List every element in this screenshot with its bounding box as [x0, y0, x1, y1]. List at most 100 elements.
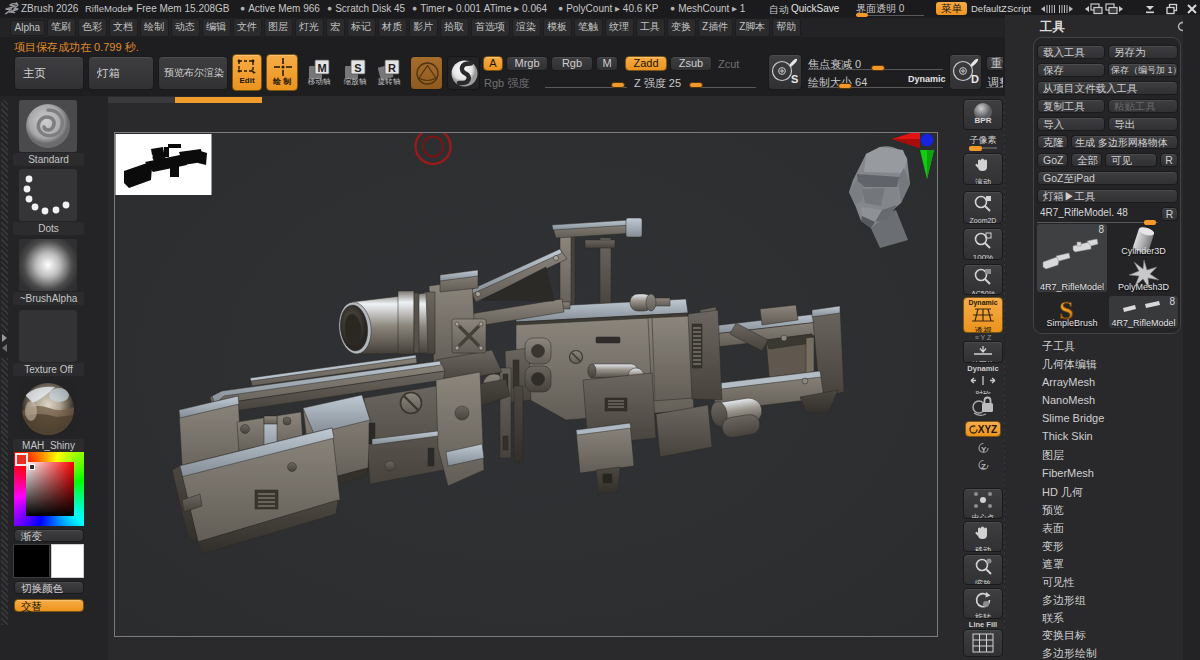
move-canvas-button[interactable]: 移动 — [963, 521, 1003, 552]
draw-button[interactable]: 绘 制 — [266, 54, 298, 91]
section-masking[interactable]: 遮罩 — [1042, 557, 1064, 572]
rgb-button[interactable]: Rgb — [551, 56, 593, 71]
menu-file[interactable]: 文件 — [233, 18, 262, 37]
menu-dynamics[interactable]: 动态 — [171, 18, 200, 37]
menu-transform[interactable]: 变换 — [667, 18, 696, 37]
save-button[interactable]: 保存 — [1037, 63, 1105, 77]
zcut-label[interactable]: Zcut — [718, 58, 739, 70]
scroll-button[interactable]: 滚动 — [963, 153, 1003, 185]
z-axis-button[interactable]: Z — [963, 459, 1003, 472]
menu-edit[interactable]: 编辑 — [202, 18, 231, 37]
a-mode-button[interactable]: A — [483, 56, 503, 71]
current-stroke-slot[interactable]: Dots — [13, 169, 84, 235]
section-thickskin[interactable]: Thick Skin — [1042, 430, 1093, 442]
minimize-icon[interactable] — [1142, 2, 1158, 16]
rgb-intensity-handle[interactable] — [611, 82, 625, 88]
switch-color-button[interactable]: 切换颜色 — [14, 581, 84, 594]
alternate-button[interactable]: 交替 — [14, 599, 84, 612]
section-surface[interactable]: 表面 — [1042, 521, 1064, 536]
secondary-color-swatch[interactable] — [51, 544, 84, 578]
material-thumbnail[interactable] — [19, 381, 77, 437]
section-arraymesh[interactable]: ArrayMesh — [1042, 376, 1095, 388]
main-color-swatch[interactable] — [13, 544, 50, 578]
menu-stroke[interactable]: 笔触 — [574, 18, 603, 37]
export-button[interactable]: 导出 — [1108, 117, 1178, 131]
perspective-button[interactable]: Dynamic 透视 — [963, 297, 1003, 333]
section-preview[interactable]: 预览 — [1042, 503, 1064, 518]
aahalf-button[interactable]: AC50% — [963, 264, 1003, 295]
active-tool-slider[interactable]: 4R7_RifleModel. 48 — [1037, 207, 1158, 223]
section-polypaint[interactable]: 多边形绘制 — [1042, 646, 1097, 660]
rgb-intensity-label[interactable]: Rgb 强度 — [484, 76, 529, 91]
z-intensity-label[interactable]: Z 强度 25 — [634, 76, 681, 91]
focal-shift-handle[interactable] — [871, 65, 885, 71]
symmetry-button[interactable]: 对称 — [963, 372, 1003, 394]
menu-preferences[interactable]: 首选项 — [471, 18, 510, 37]
zsub-button[interactable]: Zsub — [670, 56, 712, 71]
sculpt-size-button[interactable]: S — [768, 54, 802, 90]
shrink-ui-left-icon[interactable] — [1040, 2, 1056, 16]
menu-render[interactable]: 渲染 — [512, 18, 541, 37]
goz-r-button[interactable]: R — [1160, 153, 1178, 167]
goz-button[interactable]: GoZ — [1037, 153, 1068, 167]
load-from-project-button[interactable]: 从项目文件载入工具 — [1037, 81, 1178, 95]
cylinder3d-tool[interactable]: Cylinder3D — [1109, 224, 1178, 256]
goz-all-button[interactable]: 全部 — [1071, 153, 1102, 167]
paste-tool-button[interactable]: 粘贴工具 — [1108, 99, 1178, 113]
section-subtool[interactable]: 子工具 — [1042, 339, 1075, 354]
close-icon[interactable] — [1186, 2, 1198, 16]
zadd-button[interactable]: Zadd — [625, 56, 667, 71]
save-numbered-button[interactable]: 保存（编号加 1） — [1108, 63, 1178, 77]
spix-label[interactable]: 子像素 — [963, 134, 1003, 147]
stroke-thumbnail[interactable] — [19, 169, 77, 221]
quicksave-button[interactable]: QuickSave — [791, 3, 839, 14]
y-axis-button[interactable]: Y — [963, 442, 1003, 455]
menu-marker[interactable]: 标记 — [347, 18, 376, 37]
current-alpha-slot[interactable]: ~BrushAlpha — [13, 239, 84, 305]
active-tool-thumbnail[interactable]: 8 4R7_RifleModel — [1037, 224, 1107, 292]
home-button[interactable]: 主页 — [14, 56, 84, 90]
mrgb-button[interactable]: Mrgb — [506, 56, 548, 71]
camview-widget[interactable] — [849, 133, 934, 248]
current-material-slot[interactable]: MAH_Shiny — [13, 381, 84, 452]
gradient-button[interactable]: 渐变 — [14, 529, 84, 542]
menu-document[interactable]: 文档 — [109, 18, 138, 37]
section-deformation[interactable]: 变形 — [1042, 539, 1064, 554]
section-contact[interactable]: 联系 — [1042, 611, 1064, 626]
tool-r-button[interactable]: R — [1161, 207, 1178, 221]
simplebrush-tool[interactable]: S SimpleBrush — [1037, 296, 1107, 328]
ui-opacity-slider[interactable] — [856, 13, 868, 17]
section-fibermesh[interactable]: FiberMesh — [1042, 467, 1094, 479]
save-as-button[interactable]: 另存为 — [1108, 45, 1178, 59]
goz-ipad-button[interactable]: GoZ至iPad — [1037, 171, 1178, 185]
load-tool-button[interactable]: 载入工具 — [1037, 45, 1105, 59]
restore-icon[interactable] — [1164, 2, 1180, 16]
preview-boolean-button[interactable]: 预览布尔渲染 — [158, 56, 228, 90]
section-layers[interactable]: 图层 — [1042, 448, 1064, 463]
camera-lock-button[interactable] — [963, 394, 1003, 420]
menu-brush[interactable]: 笔刷 — [47, 18, 76, 37]
copy-tool-button[interactable]: 复制工具 — [1037, 99, 1105, 113]
polymesh3d-tool[interactable]: PolyMesh3D — [1109, 259, 1178, 292]
rifle-tool-2[interactable]: 8 4R7_RifleModel — [1109, 296, 1178, 328]
left-tray-toggle[interactable] — [1, 334, 9, 358]
edit-button[interactable]: Edit — [232, 54, 262, 91]
floor-grid-button[interactable]: 地网格 — [963, 341, 1003, 363]
color-cursor[interactable] — [29, 464, 35, 470]
saturation-value-square[interactable] — [26, 462, 74, 516]
replay-last-button[interactable]: 重复 — [986, 56, 1003, 71]
expand-ui-right-icon[interactable] — [1058, 2, 1074, 16]
floor-axes-label[interactable]: ≡ Y Z — [963, 334, 1003, 341]
menu-zscript[interactable]: Z脚本 — [735, 18, 770, 37]
lightbox-button[interactable]: 灯箱 — [88, 56, 154, 90]
left-tray-divider[interactable] — [1, 100, 8, 625]
current-texture-slot[interactable]: Texture Off — [13, 310, 84, 376]
brush-thumbnail[interactable] — [19, 100, 77, 152]
document-canvas[interactable] — [114, 132, 938, 637]
section-geometry[interactable]: 几何体编辑 — [1042, 357, 1097, 372]
menu-alpha[interactable]: Alpha — [10, 20, 45, 36]
dynamic-label[interactable]: Dynamic — [908, 74, 946, 84]
menu-tool[interactable]: 工具 — [636, 18, 665, 37]
menu-movie[interactable]: 影片 — [409, 18, 438, 37]
paint-size-button[interactable]: D — [949, 54, 982, 90]
